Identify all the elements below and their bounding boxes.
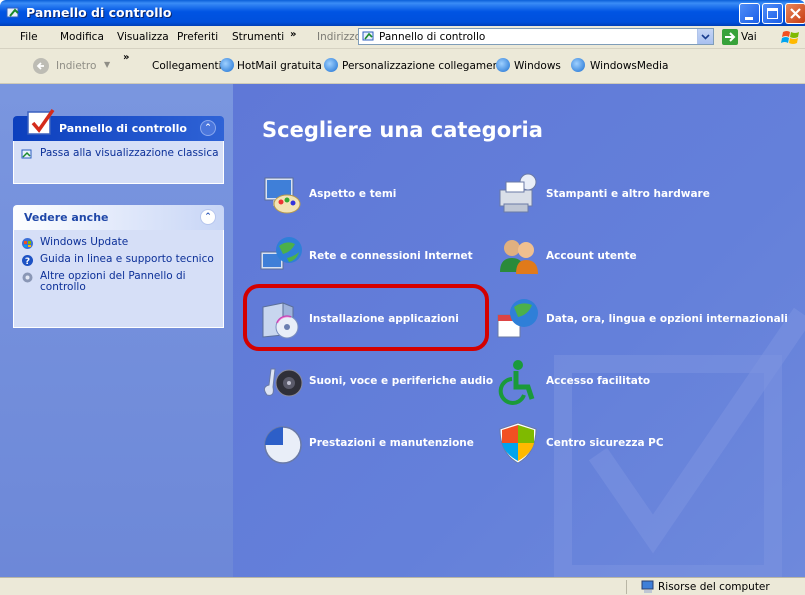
sounds-audio-icon	[263, 368, 303, 397]
back-button[interactable]	[33, 58, 49, 74]
accessibility-icon	[498, 360, 535, 405]
help-icon: ?	[22, 255, 33, 267]
chevron-down-icon	[701, 34, 710, 40]
control-panel-box-header[interactable]: Pannello di controllo ⌃	[13, 108, 224, 141]
collapse-chevron-icon[interactable]: ⌃	[200, 209, 216, 225]
my-computer-icon	[641, 580, 654, 593]
windows-flag-icon	[781, 31, 799, 44]
category-label: Stampanti e altro hardware	[546, 188, 710, 200]
network-internet-icon	[260, 237, 302, 270]
links-label: Collegamenti	[152, 60, 222, 72]
status-divider	[626, 580, 627, 594]
menu-more-chevron[interactable]: »	[290, 29, 296, 40]
category-network[interactable]: Rete e connessioni Internet	[257, 232, 473, 280]
user-accounts-icon	[500, 240, 538, 274]
category-label: Accesso facilitato	[546, 375, 651, 387]
category-accessibility[interactable]: Accesso facilitato	[494, 357, 650, 405]
category-label: Prestazioni e manutenzione	[309, 437, 474, 449]
see-also-item[interactable]: Altre opzioni del Pannello di controllo	[14, 271, 223, 293]
links-toolbar: Indietro ▼ » Collegamenti HotMail gratui…	[0, 49, 805, 84]
category-date-time[interactable]: Data, ora, lingua e opzioni internaziona…	[494, 295, 788, 343]
category-label: Account utente	[546, 250, 637, 262]
security-center-icon	[499, 422, 537, 464]
printer-hardware-icon	[499, 173, 537, 213]
title-bar[interactable]: Pannello di controllo	[0, 0, 805, 26]
menu-visualizza[interactable]: Visualizza	[117, 31, 169, 43]
explorer-window: Pannello di controllo File Modifica Visu…	[0, 0, 805, 595]
category-label: Centro sicurezza PC	[546, 437, 664, 449]
window-title: Pannello di controllo	[26, 5, 172, 20]
category-label: Rete e connessioni Internet	[309, 250, 473, 262]
see-also-title: Vedere anche	[24, 211, 109, 224]
collapse-chevron-icon[interactable]: ⌃	[200, 120, 216, 136]
control-panel-icon	[21, 149, 32, 159]
category-label: Data, ora, lingua e opzioni internaziona…	[546, 313, 788, 325]
svg-text:?: ?	[25, 257, 30, 267]
windows-update-icon	[22, 238, 33, 249]
see-also-item-label: Windows Update	[40, 236, 129, 248]
menu-modifica[interactable]: Modifica	[60, 31, 104, 43]
link-windowsmedia[interactable]: WindowsMedia	[590, 60, 668, 72]
ie-page-icon	[496, 58, 510, 72]
control-panel-icon	[362, 31, 374, 41]
ie-page-icon	[571, 58, 585, 72]
status-bar: Risorse del computer	[0, 577, 805, 595]
category-appearance[interactable]: Aspetto e temi	[257, 170, 396, 218]
address-label: Indirizzo	[317, 31, 362, 43]
address-dropdown-button[interactable]	[697, 29, 713, 44]
see-also-item[interactable]: ? Guida in linea e supporto tecnico	[14, 253, 223, 267]
back-dropdown-icon[interactable]: ▼	[104, 60, 110, 69]
category-performance[interactable]: Prestazioni e manutenzione	[257, 419, 474, 467]
category-sounds[interactable]: Suoni, voce e periferiche audio	[257, 357, 493, 405]
minimize-button[interactable]	[739, 3, 760, 24]
switch-classic-view-label: Passa alla visualizzazione classica	[40, 147, 219, 159]
see-also-item-label: Altre opzioni del Pannello di controllo	[40, 270, 186, 293]
date-time-language-icon	[497, 299, 538, 338]
link-personalizzazione[interactable]: Personalizzazione collegamenti	[342, 60, 506, 72]
menu-strumenti[interactable]: Strumenti	[232, 31, 284, 43]
see-also-item-label: Guida in linea e supporto tecnico	[40, 253, 214, 265]
see-also-box-header[interactable]: Vedere anche ⌃	[13, 205, 224, 230]
performance-maintenance-icon	[264, 426, 302, 464]
link-windows[interactable]: Windows	[514, 60, 561, 72]
go-arrow-icon[interactable]	[722, 29, 738, 45]
control-panel-box-title: Pannello di controllo	[59, 122, 187, 135]
highlight-annotation	[243, 284, 489, 351]
link-hotmail[interactable]: HotMail gratuita	[237, 60, 322, 72]
control-panel-check-icon	[27, 108, 55, 135]
go-button[interactable]: Vai	[741, 31, 757, 43]
close-icon	[790, 8, 801, 19]
switch-classic-view-link[interactable]: Passa alla visualizzazione classica	[14, 148, 223, 159]
menu-bar: File Modifica Visualizza Preferiti Strum…	[0, 26, 805, 49]
category-printers[interactable]: Stampanti e altro hardware	[494, 170, 710, 218]
status-location: Risorse del computer	[658, 581, 770, 593]
see-also-item[interactable]: Windows Update	[14, 236, 223, 249]
ie-page-icon	[324, 58, 338, 72]
category-user-accounts[interactable]: Account utente	[494, 232, 637, 280]
category-security-center[interactable]: Centro sicurezza PC	[494, 419, 664, 467]
ie-page-icon	[220, 58, 234, 72]
see-also-box: Vedere anche ⌃ Windows Update ? Guida in…	[13, 205, 224, 328]
task-pane: Pannello di controllo ⌃ Passa alla visua…	[0, 84, 233, 577]
control-panel-box: Pannello di controllo ⌃ Passa alla visua…	[13, 108, 224, 184]
toolbar-more-chevron[interactable]: »	[123, 52, 129, 63]
back-label[interactable]: Indietro	[56, 60, 96, 72]
gear-icon	[22, 272, 33, 283]
control-panel-icon	[6, 7, 19, 18]
page-heading: Scegliere una categoria	[262, 118, 543, 142]
menu-file[interactable]: File	[20, 31, 38, 43]
menu-preferiti[interactable]: Preferiti	[177, 31, 218, 43]
appearance-themes-icon	[264, 177, 301, 214]
maximize-button[interactable]	[762, 3, 783, 24]
address-bar[interactable]: Pannello di controllo	[358, 28, 714, 45]
address-value: Pannello di controllo	[379, 31, 486, 43]
category-label: Suoni, voce e periferiche audio	[309, 375, 494, 387]
close-button[interactable]	[785, 3, 805, 24]
category-label: Aspetto e temi	[309, 188, 397, 200]
back-arrow-icon	[36, 62, 44, 70]
